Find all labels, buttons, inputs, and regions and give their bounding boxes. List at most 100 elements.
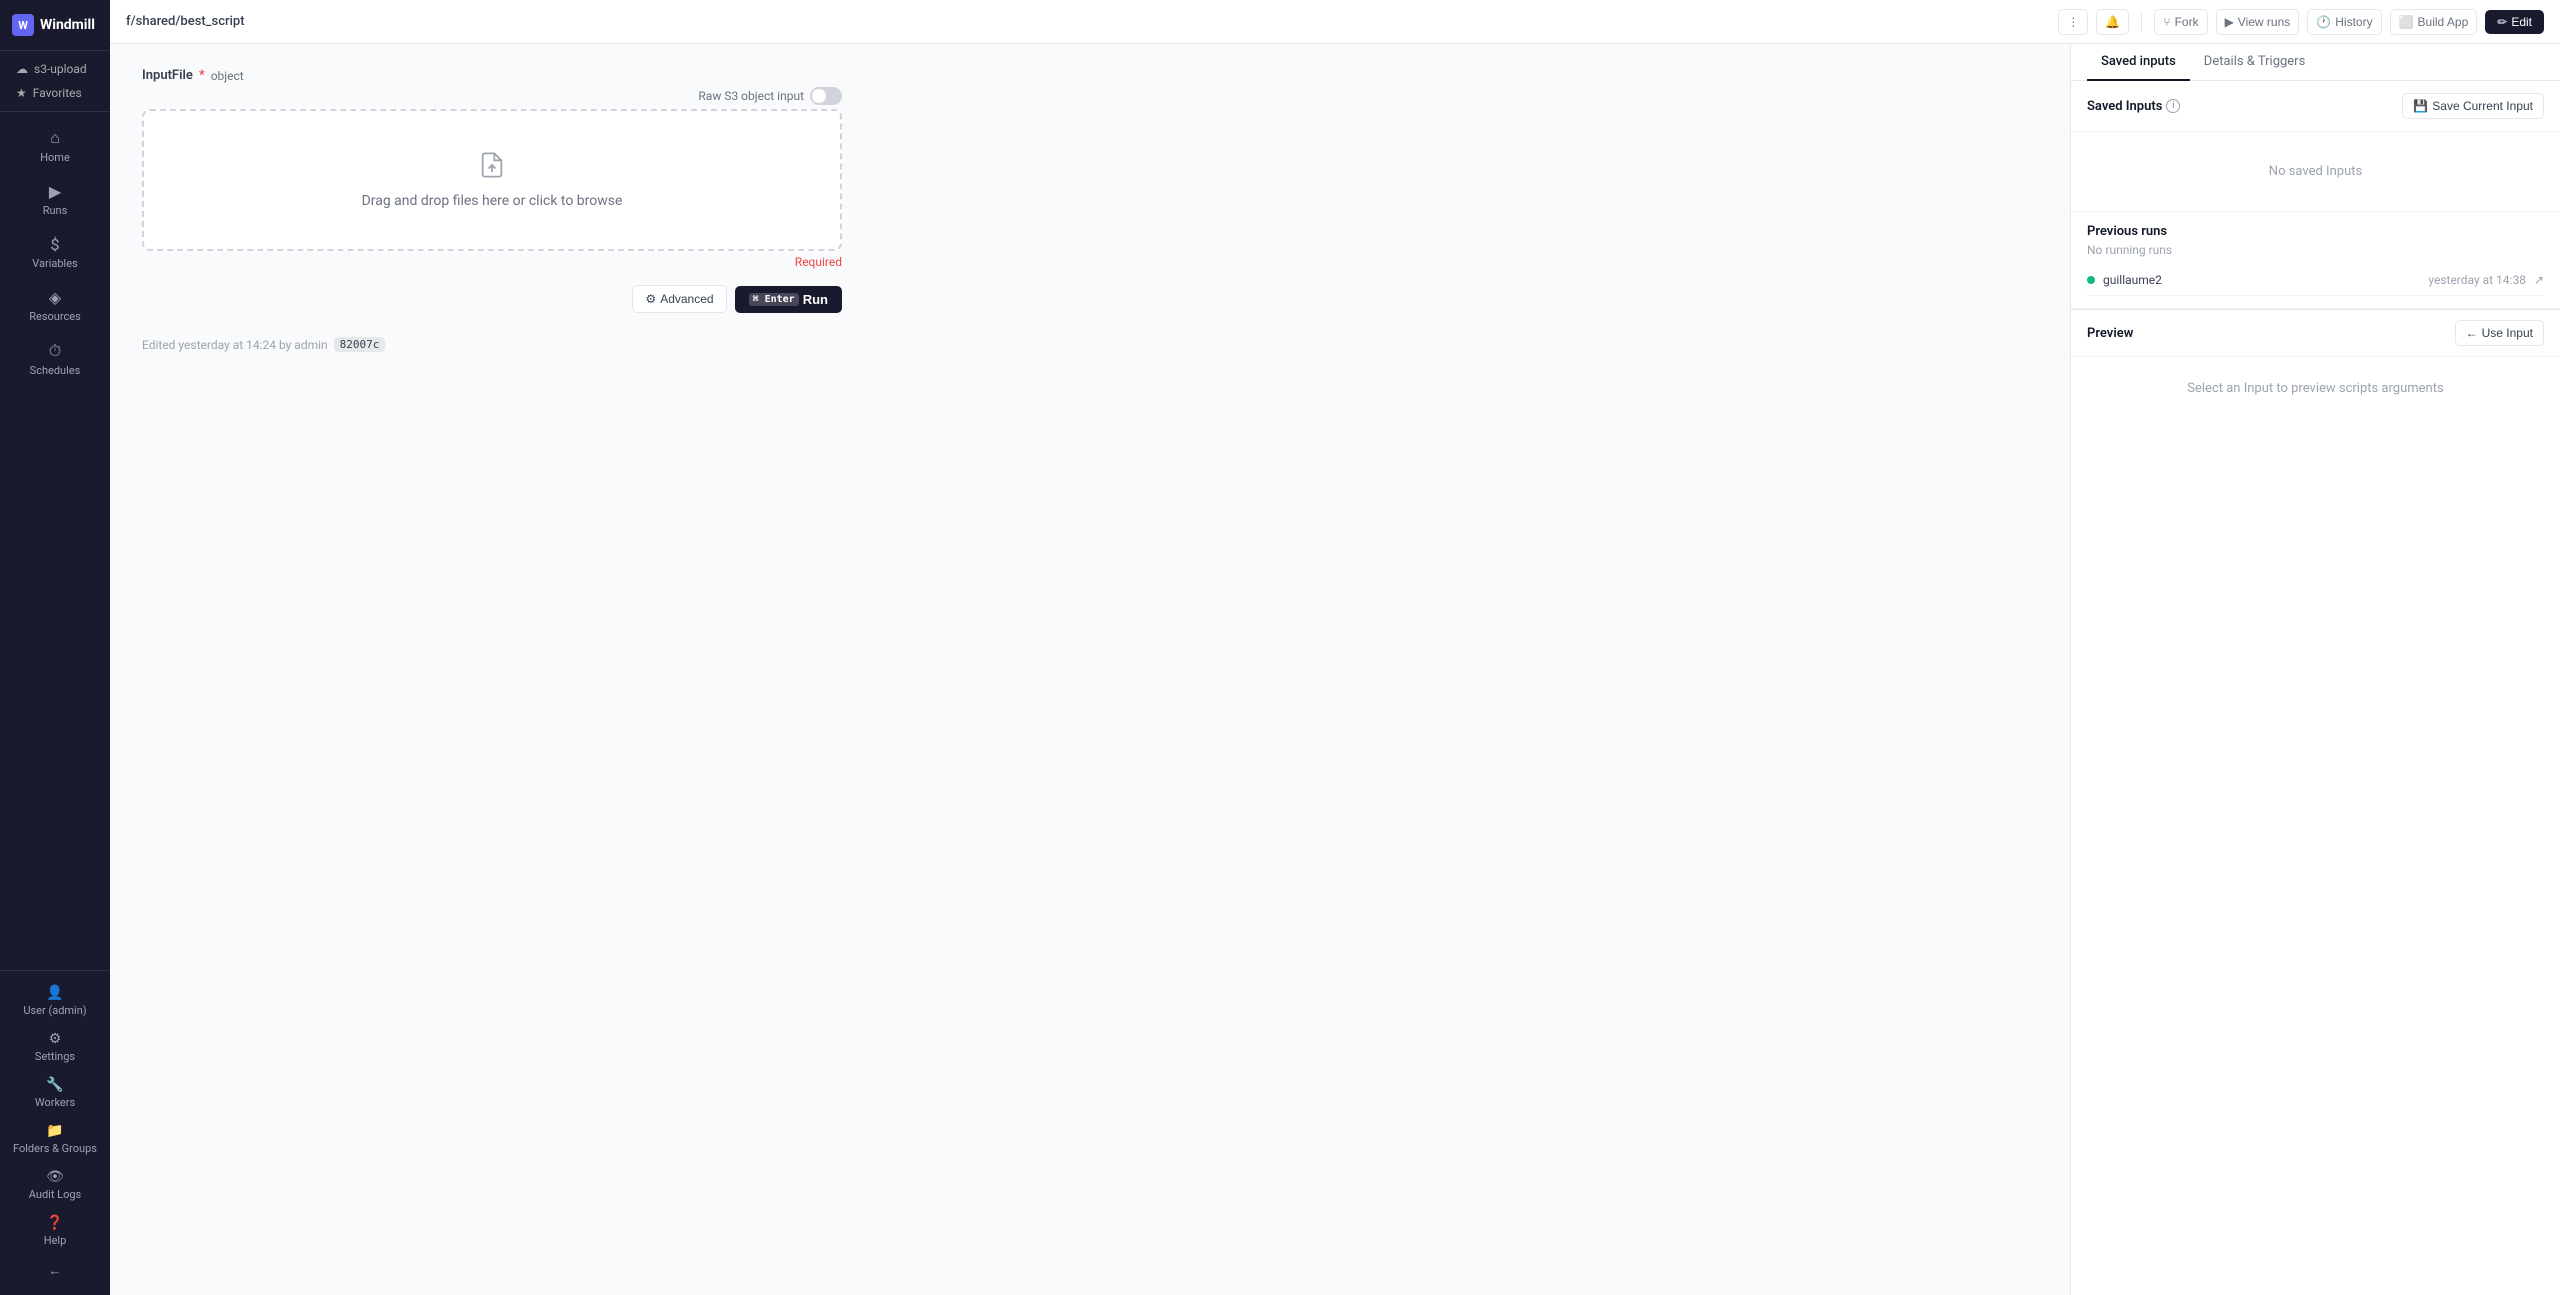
tab-saved-inputs[interactable]: Saved inputs: [2087, 44, 2190, 81]
action-row: ⚙ Advanced ⌘ Enter Run: [142, 285, 842, 313]
field-name: InputFile: [142, 68, 193, 83]
workers-icon: 🔧: [46, 1077, 63, 1093]
tab-details-triggers[interactable]: Details & Triggers: [2190, 44, 2320, 81]
run-shortcut: ⌘ Enter: [749, 293, 799, 306]
build-app-icon: ⬜: [2399, 15, 2414, 29]
cloud-icon: ☁: [16, 62, 28, 76]
tab-details-triggers-label: Details & Triggers: [2204, 54, 2306, 69]
right-panel-body: Saved Inputs i 💾 Save Current Input No s…: [2071, 81, 2560, 1295]
history-icon: 🕐: [2316, 15, 2331, 29]
sidebar-user-label: User (admin): [23, 1004, 86, 1017]
divider: [2141, 12, 2142, 32]
sidebar-item-runs-label: Runs: [43, 204, 68, 217]
dropzone-text: Drag and drop files here or click to bro…: [362, 193, 623, 209]
sidebar: W Windmill ☁ s3-upload ★ Favorites ⌂ Hom…: [0, 0, 110, 1295]
advanced-icon: ⚙: [645, 292, 656, 306]
history-button[interactable]: 🕐 History: [2307, 9, 2381, 35]
folders-icon: 📁: [46, 1123, 63, 1139]
run-external-link-icon[interactable]: ↗: [2534, 273, 2544, 287]
app-logo[interactable]: W Windmill: [0, 0, 110, 51]
preview-empty-text: Select an Input to preview scripts argum…: [2187, 381, 2443, 396]
more-icon: ⋮: [2067, 15, 2079, 29]
runs-icon: ▶: [49, 182, 61, 201]
run-status-dot: [2087, 276, 2095, 284]
sidebar-workers-label: Workers: [35, 1096, 75, 1109]
required-label: Required: [795, 255, 842, 269]
preview-header: Preview ← Use Input: [2071, 310, 2560, 357]
toggle-row: Raw S3 object input: [142, 87, 842, 105]
right-panel-tabs: Saved inputs Details & Triggers: [2071, 44, 2560, 81]
sidebar-item-settings[interactable]: ⚙ Settings: [8, 1025, 102, 1069]
build-app-label: Build App: [2418, 15, 2469, 29]
back-arrow-icon: ←: [49, 1263, 62, 1279]
sidebar-item-help[interactable]: ❓ Help: [8, 1209, 102, 1253]
run-item[interactable]: guillaume2 yesterday at 14:38 ↗: [2087, 265, 2544, 296]
sidebar-audit-label: Audit Logs: [29, 1188, 81, 1201]
topbar-actions: ⋮ 🔔 ⑂ Fork ▶ View runs 🕐 History ⬜ Build…: [2058, 9, 2544, 35]
advanced-button[interactable]: ⚙ Advanced: [632, 285, 726, 313]
sidebar-item-home-label: Home: [40, 151, 70, 164]
tab-saved-inputs-label: Saved inputs: [2101, 54, 2176, 69]
right-panel: Saved inputs Details & Triggers Saved In…: [2070, 44, 2560, 1295]
sidebar-item-runs[interactable]: ▶ Runs: [8, 174, 102, 225]
sidebar-item-variables[interactable]: $ Variables: [8, 227, 102, 278]
required-text: Required: [142, 255, 842, 269]
preview-title: Preview: [2087, 326, 2133, 341]
main-wrapper: f/shared/best_script ⋮ 🔔 ⑂ Fork ▶ View r…: [110, 0, 2560, 1295]
schedules-icon: ⏱: [49, 341, 61, 361]
user-icon: 👤: [46, 985, 63, 1001]
edit-pencil-icon: ✏: [2497, 15, 2507, 29]
sidebar-item-home[interactable]: ⌂ Home: [8, 120, 102, 172]
sidebar-item-audit-logs[interactable]: 👁 Audit Logs: [8, 1163, 102, 1207]
fork-icon: ⑂: [2163, 15, 2170, 29]
save-current-input-label: Save Current Input: [2432, 99, 2533, 113]
help-icon: ❓: [46, 1215, 63, 1231]
sidebar-item-s3upload[interactable]: ☁ s3-upload: [8, 57, 102, 81]
bell-icon: 🔔: [2105, 15, 2120, 29]
previous-runs-section: Previous runs No running runs guillaume2…: [2071, 212, 2560, 308]
script-panel: InputFile* object Raw S3 object input: [110, 44, 2070, 1295]
dropzone[interactable]: Drag and drop files here or click to bro…: [142, 109, 842, 251]
sidebar-item-variables-label: Variables: [32, 257, 78, 270]
build-app-button[interactable]: ⬜ Build App: [2390, 9, 2478, 35]
sidebar-item-user[interactable]: 👤 User (admin): [8, 979, 102, 1023]
star-icon: ★: [16, 86, 27, 100]
sidebar-help-label: Help: [44, 1234, 67, 1247]
field-label: InputFile* object: [142, 68, 842, 83]
raw-s3-toggle[interactable]: [810, 87, 842, 105]
toggle-label: Raw S3 object input: [698, 89, 804, 103]
preview-section: Preview ← Use Input Select an Input to p…: [2071, 309, 2560, 420]
back-button[interactable]: ←: [8, 1255, 102, 1287]
logo-icon: W: [12, 14, 34, 36]
input-section: InputFile* object Raw S3 object input: [142, 68, 842, 352]
app-name: Windmill: [40, 17, 95, 33]
run-button[interactable]: ⌘ Enter Run: [735, 286, 842, 313]
resources-icon: ◈: [49, 288, 61, 307]
sidebar-special-section: ☁ s3-upload ★ Favorites: [0, 51, 110, 112]
no-saved-text: No saved Inputs: [2269, 164, 2362, 179]
use-input-label: Use Input: [2482, 326, 2533, 340]
sidebar-item-resources-label: Resources: [29, 310, 81, 323]
saved-inputs-title: Saved Inputs i: [2087, 99, 2180, 114]
sidebar-item-resources[interactable]: ◈ Resources: [8, 280, 102, 331]
sidebar-item-schedules[interactable]: ⏱ Schedules: [8, 333, 102, 385]
sidebar-item-workers[interactable]: 🔧 Workers: [8, 1071, 102, 1115]
fork-label: Fork: [2175, 15, 2199, 29]
save-current-input-button[interactable]: 💾 Save Current Input: [2402, 93, 2544, 119]
sidebar-favorites-label: Favorites: [33, 86, 82, 100]
info-icon[interactable]: i: [2166, 99, 2180, 113]
edit-button[interactable]: ✏ Edit: [2485, 10, 2544, 34]
topbar: f/shared/best_script ⋮ 🔔 ⑂ Fork ▶ View r…: [110, 0, 2560, 44]
no-saved-inputs: No saved Inputs: [2071, 132, 2560, 211]
sidebar-bottom: 👤 User (admin) ⚙ Settings 🔧 Workers 📁 Fo…: [0, 970, 110, 1295]
sidebar-item-favorites[interactable]: ★ Favorites: [8, 81, 102, 105]
sidebar-item-folders-groups[interactable]: 📁 Folders & Groups: [8, 1117, 102, 1161]
commit-hash: 82007c: [334, 337, 386, 352]
field-required-star: *: [199, 68, 205, 83]
more-button[interactable]: ⋮: [2058, 9, 2088, 35]
audit-icon: 👁: [46, 1169, 64, 1185]
bell-button[interactable]: 🔔: [2096, 9, 2129, 35]
view-runs-button[interactable]: ▶ View runs: [2216, 9, 2300, 35]
use-input-button[interactable]: ← Use Input: [2455, 320, 2544, 346]
fork-button[interactable]: ⑂ Fork: [2154, 9, 2207, 35]
